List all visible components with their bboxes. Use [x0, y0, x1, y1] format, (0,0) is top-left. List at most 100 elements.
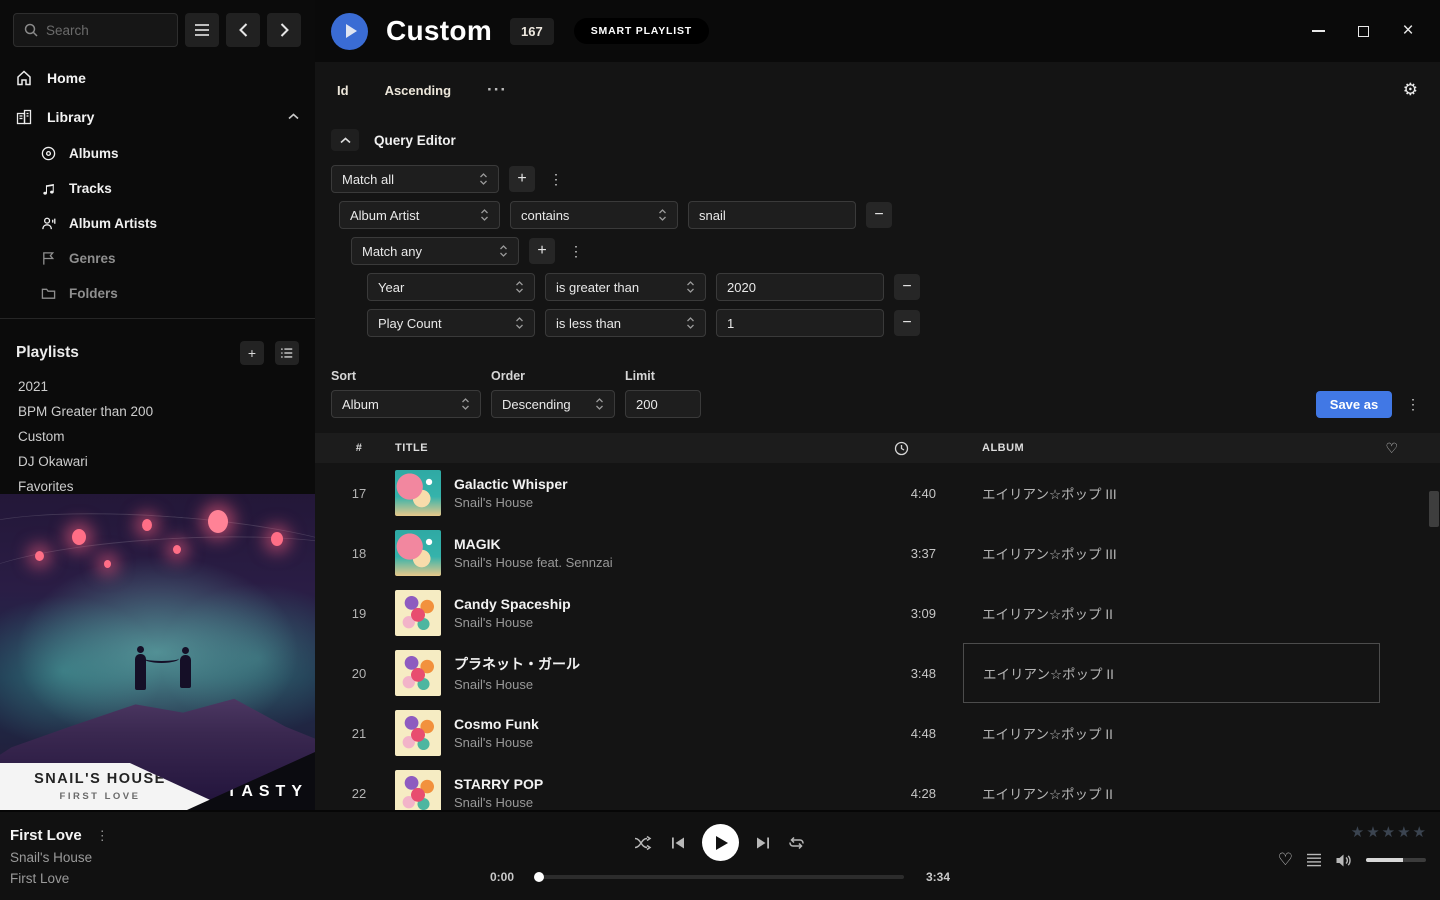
sidebar-item-albums[interactable]: Albums: [0, 136, 315, 171]
gear-icon[interactable]: ⚙: [1403, 80, 1418, 100]
rule-operator-select[interactable]: contains: [510, 201, 678, 229]
sidebar-item-tracks[interactable]: Tracks: [0, 171, 315, 206]
star-icon[interactable]: ★: [1366, 823, 1379, 841]
rule-field-select[interactable]: Album Artist: [339, 201, 500, 229]
add-rule-button[interactable]: +: [529, 238, 555, 264]
volume-slider[interactable]: [1366, 858, 1426, 862]
column-header-number[interactable]: #: [339, 442, 379, 454]
column-header-duration[interactable]: [866, 441, 936, 456]
sidebar-item-folders[interactable]: Folders: [0, 276, 315, 311]
star-icon[interactable]: ★: [1351, 823, 1364, 841]
rule-group-menu-button[interactable]: ⋮: [565, 243, 587, 260]
menu-button[interactable]: [185, 13, 219, 47]
match-type-select[interactable]: Match all: [331, 165, 499, 193]
rule-value-input[interactable]: [688, 201, 856, 229]
maximize-button[interactable]: [1355, 23, 1371, 39]
rule-group-menu-button[interactable]: ⋮: [545, 171, 567, 188]
playlist-list-button[interactable]: [275, 341, 299, 365]
play-pause-button[interactable]: [702, 824, 739, 861]
track-album-cell[interactable]: エイリアン☆ポップ II: [963, 643, 1380, 703]
column-header-title[interactable]: TITLE: [395, 442, 850, 454]
shuffle-button[interactable]: [634, 835, 654, 851]
query-sort-select[interactable]: Album: [331, 390, 481, 418]
now-playing-artist[interactable]: Snail's House: [10, 850, 109, 865]
track-title[interactable]: Galactic Whisper: [454, 476, 568, 492]
seek-handle[interactable]: [534, 872, 544, 882]
track-artist[interactable]: Snail's House: [454, 615, 571, 630]
playlist-item[interactable]: DJ Okawari: [0, 449, 315, 474]
seek-slider[interactable]: [536, 875, 904, 879]
track-title[interactable]: Candy Spaceship: [454, 596, 571, 612]
track-artist[interactable]: Snail's House feat. Sennzai: [454, 555, 613, 570]
rule-field-select[interactable]: Play Count: [367, 309, 535, 337]
collapse-query-editor-button[interactable]: [331, 129, 359, 151]
playlist-item[interactable]: Custom: [0, 424, 315, 449]
track-row[interactable]: 22 STARRY POP Snail's House 4:28 エイリアン☆ポ…: [315, 763, 1440, 810]
track-title[interactable]: プラネット・ガール: [454, 654, 580, 674]
previous-button[interactable]: [670, 836, 686, 850]
sidebar-item-genres[interactable]: Genres: [0, 241, 315, 276]
remove-rule-button[interactable]: −: [894, 310, 920, 336]
star-icon[interactable]: ★: [1382, 823, 1395, 841]
track-album-cell[interactable]: エイリアン☆ポップ II: [952, 763, 1352, 810]
rule-field-select[interactable]: Year: [367, 273, 535, 301]
chevron-up-icon[interactable]: [288, 113, 299, 120]
track-artist[interactable]: Snail's House: [454, 495, 568, 510]
remove-rule-button[interactable]: −: [894, 274, 920, 300]
sidebar-item-album-artists[interactable]: Album Artists: [0, 206, 315, 241]
nav-forward-button[interactable]: [267, 13, 301, 47]
sort-field-button[interactable]: Id: [337, 83, 349, 98]
track-title[interactable]: STARRY POP: [454, 776, 543, 792]
add-rule-button[interactable]: +: [509, 166, 535, 192]
nav-back-button[interactable]: [226, 13, 260, 47]
minimize-button[interactable]: [1310, 23, 1326, 39]
queue-button[interactable]: [1306, 853, 1322, 867]
favorite-button[interactable]: ♡: [1278, 850, 1293, 870]
sidebar-item-home[interactable]: Home: [0, 58, 315, 97]
column-header-favorite[interactable]: ♡: [1368, 440, 1416, 457]
search-input[interactable]: [46, 23, 167, 38]
save-as-button[interactable]: Save as: [1316, 391, 1392, 418]
track-artist[interactable]: Snail's House: [454, 677, 580, 692]
track-artist[interactable]: Snail's House: [454, 795, 543, 810]
rating-stars[interactable]: ★ ★ ★ ★ ★: [1351, 823, 1426, 841]
add-playlist-button[interactable]: +: [240, 341, 264, 365]
more-options-button[interactable]: ···: [487, 80, 507, 100]
sidebar-item-library[interactable]: Library: [0, 97, 315, 136]
rule-value-input[interactable]: [716, 309, 884, 337]
track-artist[interactable]: Snail's House: [454, 735, 539, 750]
save-menu-button[interactable]: ⋮: [1402, 391, 1424, 418]
now-playing-album-art[interactable]: SNAIL'S HOUSE FIRST LOVE TASTY: [0, 494, 315, 810]
rule-value-input[interactable]: [716, 273, 884, 301]
rule-operator-select[interactable]: is greater than: [545, 273, 706, 301]
track-row[interactable]: 18 MAGIK Snail's House feat. Sennzai 3:3…: [315, 523, 1440, 583]
star-icon[interactable]: ★: [1413, 823, 1426, 841]
play-playlist-button[interactable]: [331, 13, 368, 50]
track-title[interactable]: MAGIK: [454, 536, 613, 552]
track-album-cell[interactable]: エイリアン☆ポップ II: [952, 703, 1352, 763]
playlist-item[interactable]: BPM Greater than 200: [0, 399, 315, 424]
volume-button[interactable]: [1335, 853, 1353, 868]
track-row[interactable]: 20 プラネット・ガール Snail's House 3:48 エイリアン☆ポッ…: [315, 643, 1440, 703]
limit-input[interactable]: [625, 390, 701, 418]
now-playing-menu-button[interactable]: ⋮: [96, 828, 109, 844]
track-row[interactable]: 19 Candy Spaceship Snail's House 3:09 エイ…: [315, 583, 1440, 643]
track-row[interactable]: 17 Galactic Whisper Snail's House 4:40 エ…: [315, 463, 1440, 523]
close-button[interactable]: ×: [1400, 23, 1416, 39]
track-album-cell[interactable]: エイリアン☆ポップ III: [952, 463, 1352, 523]
group-match-type-select[interactable]: Match any: [351, 237, 519, 265]
sort-order-button[interactable]: Ascending: [385, 83, 451, 98]
track-album-cell[interactable]: エイリアン☆ポップ II: [952, 583, 1352, 643]
track-title[interactable]: Cosmo Funk: [454, 716, 539, 732]
scrollbar-thumb[interactable]: [1429, 491, 1439, 527]
now-playing-title[interactable]: First Love: [10, 827, 82, 844]
remove-rule-button[interactable]: −: [866, 202, 892, 228]
track-row[interactable]: 21 Cosmo Funk Snail's House 4:48 エイリアン☆ポ…: [315, 703, 1440, 763]
column-header-album[interactable]: ALBUM: [952, 442, 1352, 454]
now-playing-album[interactable]: First Love: [10, 871, 109, 886]
query-order-select[interactable]: Descending: [491, 390, 615, 418]
repeat-button[interactable]: [787, 835, 806, 851]
track-album-cell[interactable]: エイリアン☆ポップ III: [952, 523, 1352, 583]
rule-operator-select[interactable]: is less than: [545, 309, 706, 337]
playlist-item[interactable]: 2021: [0, 374, 315, 399]
